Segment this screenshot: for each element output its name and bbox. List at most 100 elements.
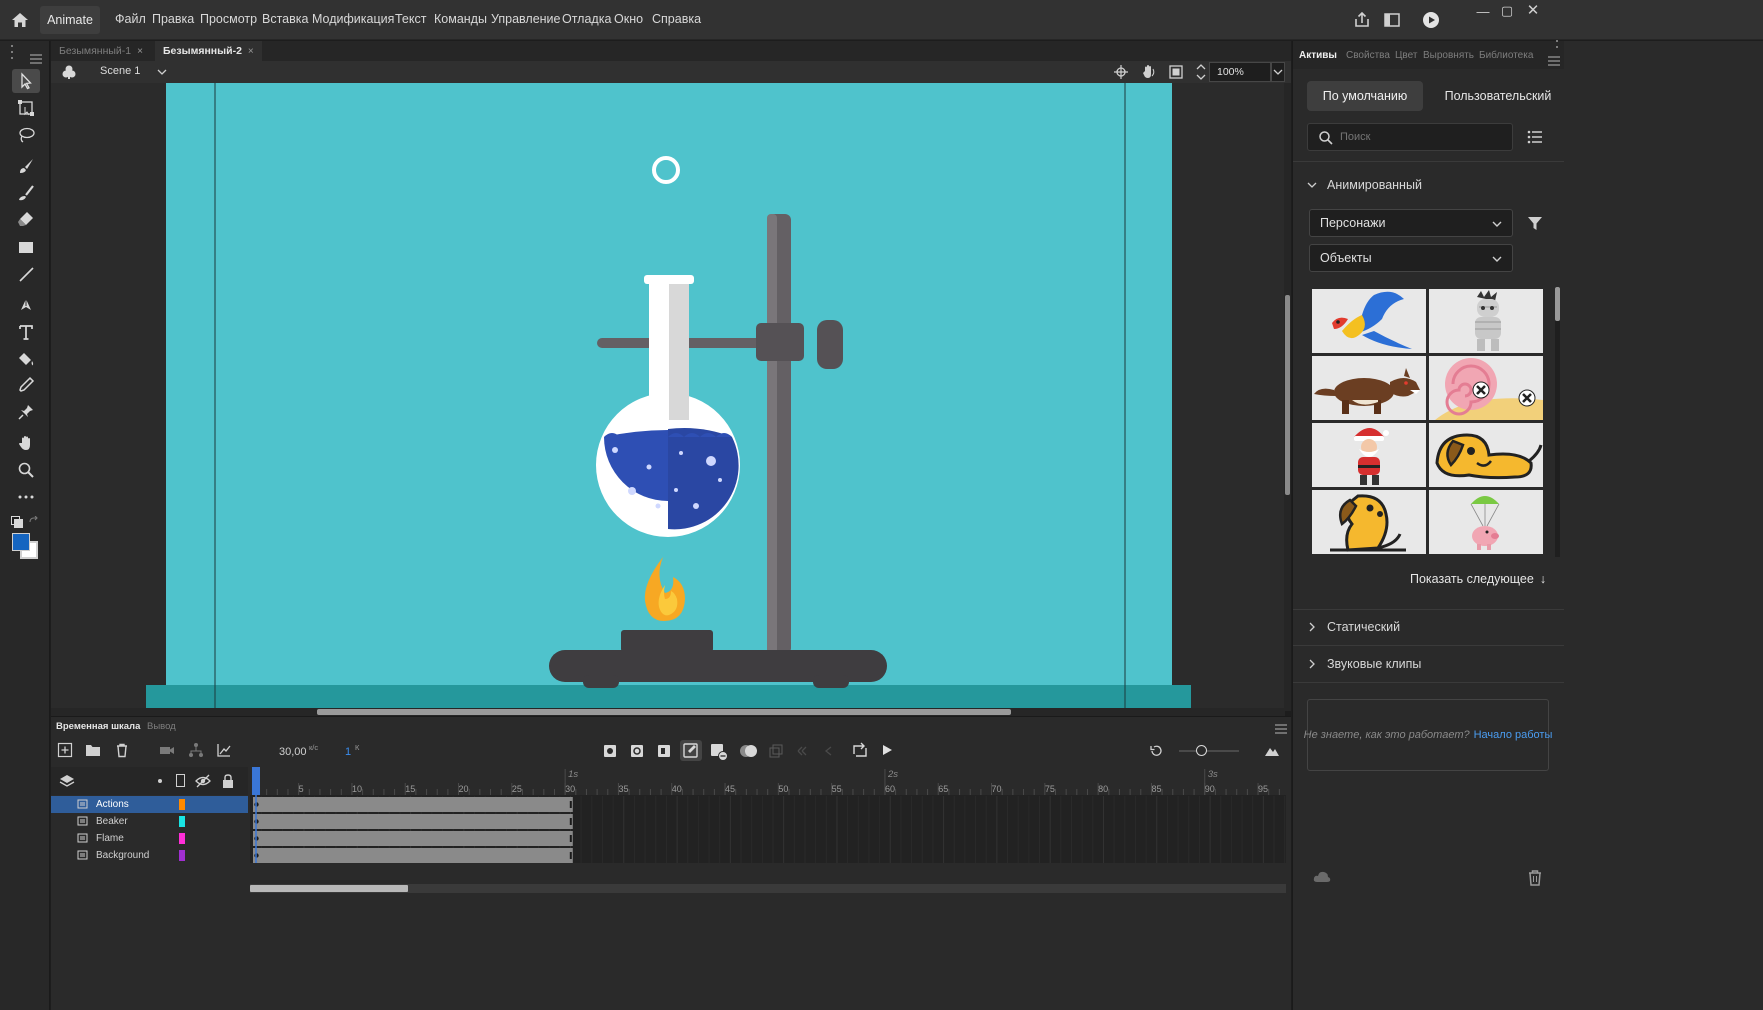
layers-icon[interactable] (59, 773, 75, 789)
loop-icon[interactable] (851, 742, 869, 758)
rotate-stage-icon[interactable] (1139, 63, 1157, 81)
frames-grid[interactable]: 5 10 15 20 25 30 35 40 45 50 55 60 65 70 75 80 85 90 95 1s 2… (250, 767, 1286, 863)
default-colors-icon[interactable] (11, 515, 23, 528)
camera-icon[interactable] (159, 742, 175, 758)
panel-grip-icon[interactable] (1552, 38, 1562, 52)
scene-name[interactable]: Scene 1 (100, 65, 140, 77)
section-animated[interactable]: Анимированный (1293, 175, 1564, 195)
stage-vertical-scrollbar[interactable] (1284, 83, 1291, 711)
new-layer-icon[interactable] (57, 742, 73, 758)
eyedropper-tool-icon[interactable] (12, 373, 40, 397)
insert-blank-keyframe-icon[interactable] (630, 744, 644, 758)
help-link[interactable]: Начало работы (1474, 729, 1553, 741)
parenting-icon[interactable] (188, 742, 204, 758)
reset-zoom-icon[interactable] (1149, 744, 1163, 758)
new-folder-icon[interactable] (85, 742, 101, 758)
asset-thumb-mummy[interactable] (1429, 289, 1543, 353)
delete-layer-icon[interactable] (114, 742, 130, 758)
publish-icon[interactable] (1351, 9, 1373, 31)
tab-library[interactable]: Библиотека (1479, 50, 1533, 61)
menu-modify[interactable]: Модификация (312, 12, 394, 26)
scene-dropdown-icon[interactable] (156, 65, 168, 77)
auto-keyframe-icon[interactable] (680, 740, 702, 761)
asset-thumb-pink-snail[interactable] (1429, 356, 1543, 420)
layer-row-flame[interactable]: Flame (51, 830, 248, 847)
zoom-input[interactable]: 100% (1209, 62, 1271, 82)
menu-file[interactable]: Файл (115, 12, 146, 26)
panel-menu-icon[interactable] (1548, 53, 1560, 66)
hide-layers-icon[interactable] (195, 773, 211, 789)
onion-skin-icon[interactable] (739, 743, 759, 759)
text-tool-icon[interactable] (12, 320, 40, 344)
asset-thumb-piggy-parachute[interactable] (1429, 490, 1543, 554)
tab-output[interactable]: Вывод (147, 721, 176, 732)
asset-thumb-parrot[interactable] (1312, 289, 1426, 353)
outline-layers-icon[interactable] (176, 774, 185, 787)
layer-color-swatch[interactable] (179, 799, 185, 810)
pasteboard[interactable] (51, 83, 1285, 711)
asset-thumb-santa[interactable] (1312, 423, 1426, 487)
menu-insert[interactable]: Вставка (262, 12, 308, 26)
timeline-horizontal-scrollbar[interactable] (250, 884, 1286, 893)
layer-name[interactable]: Flame (96, 833, 124, 844)
menu-window[interactable]: Окно (614, 12, 643, 26)
hand-tool-icon[interactable] (12, 431, 40, 455)
line-tool-icon[interactable] (12, 262, 40, 286)
asset-thumb-dog-lying[interactable] (1429, 423, 1543, 487)
tab-align[interactable]: Выровнять (1423, 50, 1474, 61)
edit-multiple-frames-icon[interactable] (769, 744, 783, 758)
menu-edit[interactable]: Правка (152, 12, 194, 26)
zoom-dropdown-icon[interactable] (1271, 62, 1285, 82)
current-frame[interactable]: 1 (345, 746, 351, 758)
zoom-stepper-icon[interactable] (1195, 62, 1207, 82)
go-first-frame-icon[interactable] (795, 744, 809, 758)
section-static[interactable]: Статический (1293, 617, 1564, 637)
default-toggle-button[interactable]: По умолчанию (1307, 81, 1423, 111)
eraser-tool-icon[interactable] (12, 207, 40, 231)
panel-menu-icon[interactable] (30, 51, 42, 64)
show-more-link[interactable]: Показать следующее ↓ (1410, 572, 1546, 586)
selection-tool-icon[interactable] (12, 69, 40, 93)
thumbs-scrollbar[interactable] (1555, 287, 1560, 557)
search-box[interactable] (1307, 123, 1513, 151)
fps-value[interactable]: 30,00 (279, 746, 307, 758)
thumbs-scroll-thumb[interactable] (1555, 287, 1560, 321)
layer-name[interactable]: Actions (96, 799, 129, 810)
play-icon[interactable] (880, 743, 894, 757)
free-transform-tool-icon[interactable] (12, 96, 40, 120)
layer-name[interactable]: Background (96, 850, 149, 861)
clip-content-icon[interactable] (1167, 63, 1185, 81)
asset-thumb-dog-sitting[interactable] (1312, 490, 1426, 554)
category-dropdown[interactable]: Персонажи (1309, 209, 1513, 237)
scene-icon[interactable] (60, 63, 78, 81)
menu-control[interactable]: Управление (491, 12, 561, 26)
section-sound-clips[interactable]: Звуковые клипы (1293, 654, 1564, 674)
home-icon[interactable] (8, 8, 32, 32)
timeline-zoom-slider[interactable] (1179, 750, 1239, 752)
color-swatches[interactable] (11, 532, 41, 562)
layer-row-beaker[interactable]: Beaker (51, 813, 248, 830)
close-tab-icon[interactable]: × (137, 46, 143, 57)
doc-tab-1[interactable]: Безымянный-1 × (51, 41, 151, 61)
timeline-menu-icon[interactable] (1275, 721, 1287, 734)
tab-properties[interactable]: Свойства (1346, 50, 1390, 61)
pen-tool-icon[interactable] (12, 293, 40, 317)
zoom-tool-icon[interactable] (12, 458, 40, 482)
remove-frame-icon[interactable] (710, 743, 728, 761)
horizontal-scroll-thumb[interactable] (317, 709, 1011, 715)
workspace-icon[interactable] (1381, 9, 1403, 31)
insert-keyframe-icon[interactable] (603, 744, 617, 758)
asset-thumb-wolf[interactable] (1312, 356, 1426, 420)
highlight-layers-icon[interactable] (158, 779, 162, 783)
timeline-mountain-icon[interactable] (1264, 744, 1280, 758)
doc-tab-2[interactable]: Безымянный-2 × (155, 41, 262, 61)
close-tab-icon[interactable]: × (248, 46, 254, 57)
tab-assets[interactable]: Активы (1299, 50, 1337, 61)
motion-graph-icon[interactable] (216, 742, 232, 758)
menu-help[interactable]: Справка (652, 12, 701, 26)
paint-bucket-tool-icon[interactable] (12, 347, 40, 371)
stage-horizontal-scrollbar[interactable] (51, 708, 1285, 716)
menu-text[interactable]: Текст (395, 12, 426, 26)
cloud-upload-icon[interactable] (1313, 870, 1331, 886)
stroke-color-swatch[interactable] (12, 533, 30, 551)
